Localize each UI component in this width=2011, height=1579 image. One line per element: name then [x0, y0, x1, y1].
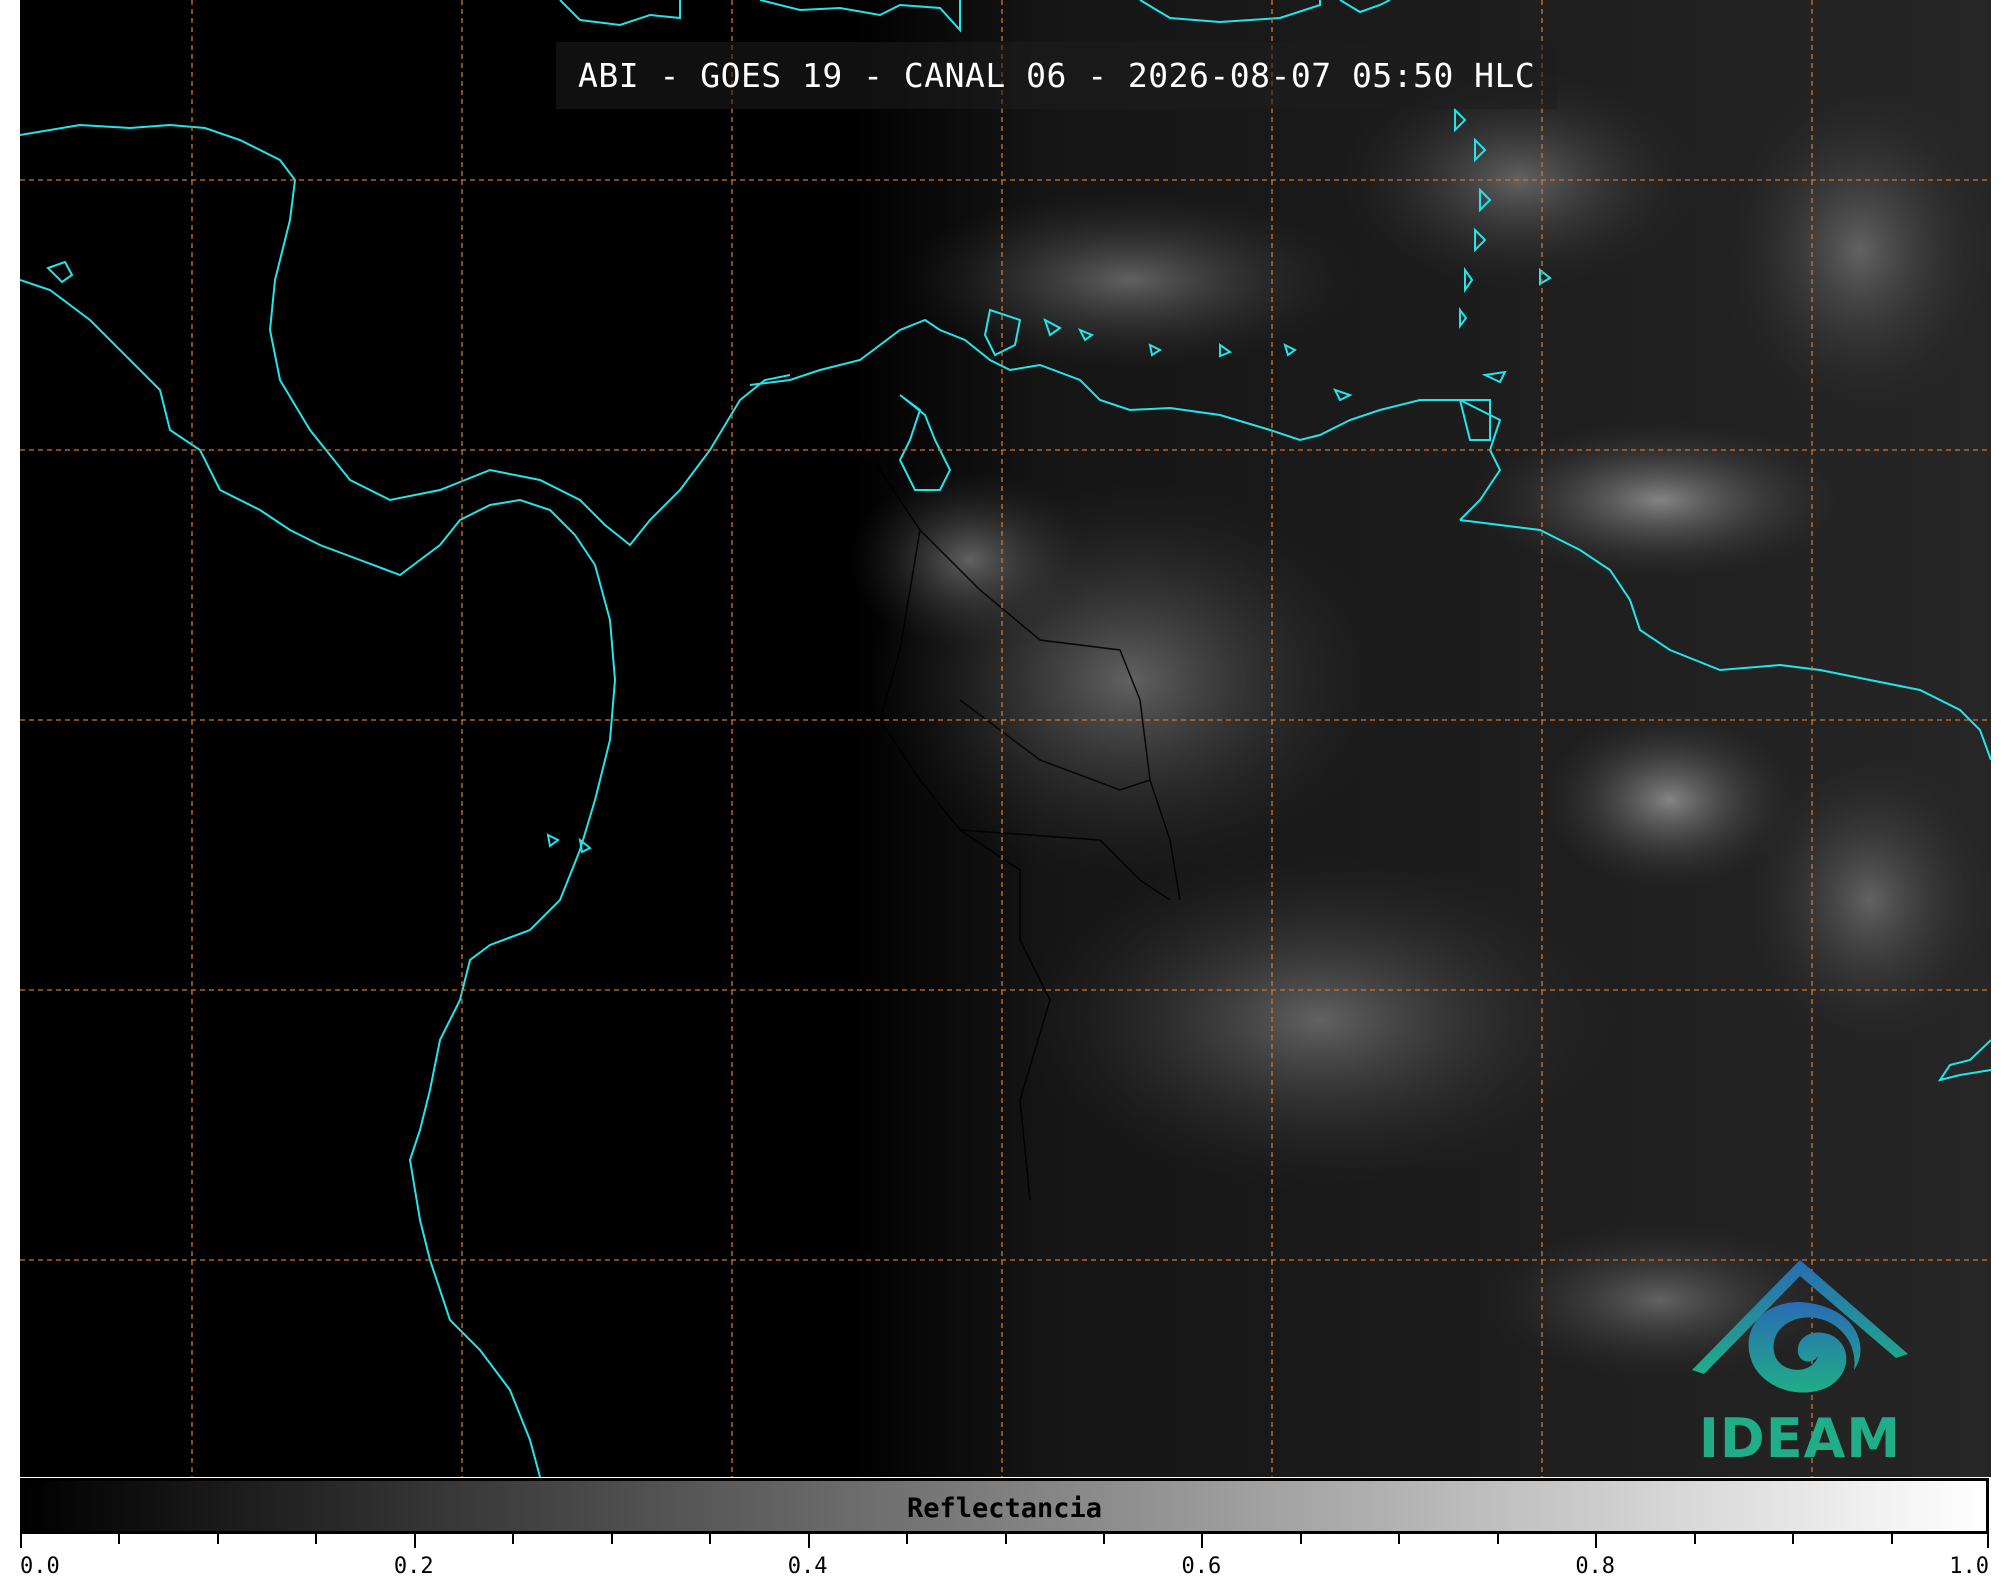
- colorbar-minor-tick: [1496, 1534, 1499, 1544]
- ideam-logo-text: IDEAM: [1698, 1407, 1902, 1470]
- colorbar-tick-label: 0.2: [393, 1554, 434, 1579]
- colorbar-minor-tick: [906, 1534, 909, 1544]
- colorbar-tick-label: 0.6: [1181, 1554, 1222, 1579]
- colorbar-major-tick: [413, 1534, 416, 1548]
- colorbar-label: Reflectancia: [906, 1493, 1103, 1524]
- colorbar-tick-label: 0.4: [787, 1554, 828, 1579]
- colorbar-minor-tick: [1792, 1534, 1795, 1544]
- colorbar-minor-tick: [216, 1534, 219, 1544]
- satellite-map: ABI - GOES 19 - CANAL 06 - 2026-08-07 05…: [20, 0, 1991, 1477]
- colorbar-major-tick: [807, 1534, 810, 1548]
- colorbar-tick-label: 1.0: [1949, 1554, 1989, 1579]
- ideam-logo: IDEAM: [1680, 1252, 1920, 1472]
- map-title: ABI - GOES 19 - CANAL 06 - 2026-08-07 05…: [556, 42, 1558, 109]
- colorbar-minor-tick: [118, 1534, 121, 1544]
- colorbar-minor-tick: [709, 1534, 712, 1544]
- colorbar-ticks: 0.0 0.2 0.4 0.6 0.8 1.0: [20, 1534, 1991, 1579]
- colorbar-minor-tick: [315, 1534, 318, 1544]
- colorbar-major-tick: [1987, 1534, 1989, 1548]
- colorbar-minor-tick: [1102, 1534, 1105, 1544]
- colorbar-tick-label: 0.8: [1575, 1554, 1616, 1579]
- colorbar-major-tick: [1595, 1534, 1598, 1548]
- colorbar-tick-label: 0.0: [20, 1554, 60, 1579]
- colorbar-minor-tick: [1693, 1534, 1696, 1544]
- colorbar-minor-tick: [512, 1534, 515, 1544]
- colorbar: Reflectancia: [20, 1478, 1989, 1534]
- colorbar-minor-tick: [610, 1534, 613, 1544]
- colorbar-minor-tick: [1890, 1534, 1893, 1544]
- colorbar-minor-tick: [1004, 1534, 1007, 1544]
- colorbar-minor-tick: [1299, 1534, 1302, 1544]
- colorbar-minor-tick: [1398, 1534, 1401, 1544]
- colorbar-major-tick: [1201, 1534, 1204, 1548]
- colorbar-major-tick: [20, 1534, 22, 1548]
- ideam-logo-icon: [1692, 1260, 1908, 1393]
